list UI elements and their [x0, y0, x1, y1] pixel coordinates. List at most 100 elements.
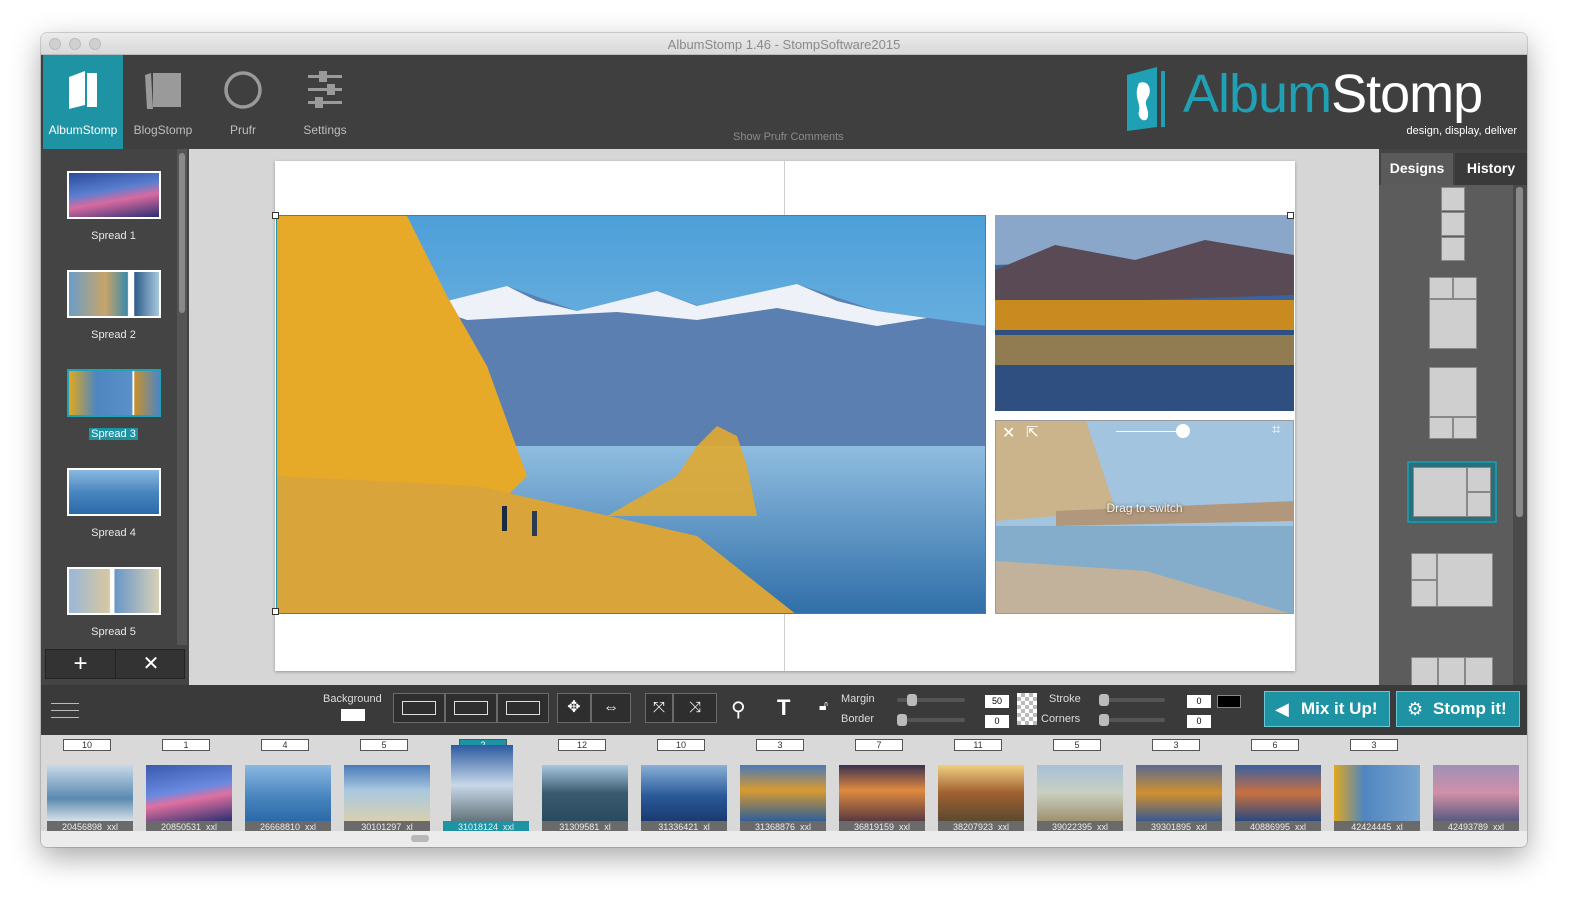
- film-thumbnail: [1037, 765, 1123, 821]
- fit-horizontal-button[interactable]: ⇔: [591, 693, 631, 723]
- top-right-photo-autumn-reflection[interactable]: [995, 215, 1294, 411]
- drag-to-switch-text: Drag to switch: [1106, 501, 1183, 515]
- film-item-selected[interactable]: 231018124_xxl: [439, 735, 529, 833]
- film-thumbnail: [839, 765, 925, 821]
- menu-icon[interactable]: [51, 701, 79, 721]
- spread-item[interactable]: Spread 2: [41, 248, 175, 347]
- film-thumbnail: [451, 745, 513, 825]
- design-templates-list[interactable]: [1379, 185, 1513, 685]
- align-left-button[interactable]: [393, 693, 445, 723]
- film-item[interactable]: 1 20850531_xxl: [142, 735, 232, 833]
- tool-label: Prufr: [229, 123, 256, 137]
- film-item[interactable]: 11 38207923_xxl: [934, 735, 1024, 833]
- design-template[interactable]: [1411, 657, 1493, 685]
- album-spread-page[interactable]: ✕ ⇱ ⌗ Drag to switch: [272, 161, 1295, 671]
- film-item[interactable]: 7 36819159_xxl: [835, 735, 925, 833]
- film-thumbnail: [1136, 765, 1222, 821]
- resize-handle[interactable]: [272, 212, 279, 219]
- film-thumbnail: [542, 765, 628, 821]
- lock-icon[interactable]: 🔓︎: [819, 697, 828, 714]
- tool-settings[interactable]: Settings: [285, 55, 365, 149]
- border-slider[interactable]: [897, 714, 965, 726]
- design-template[interactable]: [1429, 277, 1477, 349]
- film-item[interactable]: 10 31336421_xl: [637, 735, 727, 833]
- border-value[interactable]: 0: [985, 715, 1009, 728]
- shrink-button[interactable]: ⤧: [645, 693, 673, 723]
- corners-value[interactable]: 0: [1187, 715, 1211, 728]
- film-thumbnail: [47, 765, 133, 821]
- tool-label: Settings: [303, 123, 347, 137]
- film-item[interactable]: 5 39022395_xxl: [1033, 735, 1123, 833]
- stroke-slider[interactable]: [1099, 694, 1165, 706]
- logo-mark-icon: [1127, 67, 1165, 131]
- app-window: AlbumStomp 1.46 - StompSoftware2015 Albu…: [41, 33, 1527, 847]
- film-item[interactable]: 5 30101297_xl: [340, 735, 430, 833]
- film-thumbnail: [146, 765, 232, 821]
- albumstomp-logo: AlbumStomp design, display, deliver: [1125, 64, 1517, 139]
- film-item[interactable]: 42493789_xxl: [1429, 735, 1519, 833]
- film-item[interactable]: 10 20456898_xxl: [43, 735, 133, 833]
- prufr-circle-icon: [224, 71, 262, 109]
- spreads-list[interactable]: Spread 1 Spread 2 Spread 3 Spread 4 Spre…: [41, 149, 175, 645]
- open-external-icon[interactable]: ⇱: [1026, 423, 1039, 441]
- film-thumbnail: [344, 765, 430, 821]
- spreads-scrollbar[interactable]: [177, 149, 187, 645]
- stomp-it-button[interactable]: ⚙ Stomp it!: [1396, 691, 1520, 727]
- usage-count: 10: [63, 739, 111, 751]
- usage-count: 5: [360, 739, 408, 751]
- film-thumbnail: [740, 765, 826, 821]
- tab-designs[interactable]: Designs: [1381, 153, 1453, 185]
- main-photo-lake-wanaka[interactable]: [276, 215, 986, 614]
- zoom-search-icon[interactable]: ⚲: [731, 697, 757, 723]
- remove-photo-icon[interactable]: ✕: [1002, 423, 1015, 443]
- fit-expand-button[interactable]: ✥: [557, 693, 591, 723]
- spread-item[interactable]: Spread 3: [41, 347, 175, 446]
- sliders-icon: [308, 71, 342, 108]
- design-template[interactable]: [1429, 367, 1477, 439]
- text-tool-icon[interactable]: T: [777, 695, 790, 721]
- margin-value[interactable]: 50: [985, 695, 1009, 708]
- design-template-selected[interactable]: [1407, 461, 1497, 523]
- design-template[interactable]: [1411, 553, 1493, 607]
- spread-thumbnail: [67, 270, 161, 318]
- resize-handle[interactable]: [1287, 212, 1294, 219]
- spread-item[interactable]: Spread 1: [41, 149, 175, 248]
- remove-spread-button[interactable]: ✕: [116, 650, 186, 678]
- film-item[interactable]: 6 40886995_xxl: [1231, 735, 1321, 833]
- shuffle-button[interactable]: ⤨: [673, 693, 717, 723]
- transparency-swatch[interactable]: [1017, 693, 1037, 725]
- stroke-color-swatch[interactable]: [1217, 695, 1241, 708]
- align-center-button[interactable]: [445, 693, 497, 723]
- layout-right-icon: [506, 701, 540, 715]
- designs-scrollbar[interactable]: [1513, 185, 1527, 685]
- spread-thumbnail: [67, 567, 161, 615]
- crop-icon[interactable]: ⌗: [1272, 421, 1280, 438]
- design-template[interactable]: [1441, 187, 1465, 261]
- film-item[interactable]: 3 42424445_xl: [1330, 735, 1420, 833]
- autumn-reflection-image: [995, 215, 1294, 411]
- filmstrip-scrollbar[interactable]: [41, 831, 1527, 847]
- film-item[interactable]: 4 26668810_xxl: [241, 735, 331, 833]
- film-item[interactable]: 12 31309581_xl: [538, 735, 628, 833]
- add-spread-button[interactable]: +: [46, 650, 116, 678]
- film-item[interactable]: 3 39301895_xxl: [1132, 735, 1222, 833]
- tool-blogstomp[interactable]: BlogStomp: [123, 55, 203, 149]
- spread-item[interactable]: Spread 5: [41, 545, 175, 644]
- show-prufr-comments-link[interactable]: Show Prufr Comments: [733, 131, 844, 143]
- spread-label: Spread 1: [91, 230, 136, 242]
- spread-item[interactable]: Spread 4: [41, 446, 175, 545]
- background-color-swatch[interactable]: [341, 709, 365, 721]
- photo-filmstrip[interactable]: 10 20456898_xxl 1 20850531_xxl 4 26668810_x…: [41, 735, 1527, 833]
- tool-albumstomp[interactable]: AlbumStomp: [43, 55, 123, 149]
- resize-handle[interactable]: [272, 608, 279, 615]
- corners-slider[interactable]: [1099, 714, 1165, 726]
- stroke-value[interactable]: 0: [1187, 695, 1211, 708]
- margin-slider[interactable]: [897, 694, 965, 706]
- mix-it-up-button[interactable]: ◀ Mix it Up!: [1264, 691, 1390, 727]
- film-item[interactable]: 3 31368876_xxl: [736, 735, 826, 833]
- align-right-button[interactable]: [497, 693, 549, 723]
- tab-history[interactable]: History: [1455, 153, 1527, 185]
- photo-zoom-knob[interactable]: [1176, 424, 1190, 438]
- bottom-right-photo-lakeshore[interactable]: ✕ ⇱ ⌗ Drag to switch: [995, 420, 1294, 614]
- tool-prufr[interactable]: Prufr: [203, 55, 283, 149]
